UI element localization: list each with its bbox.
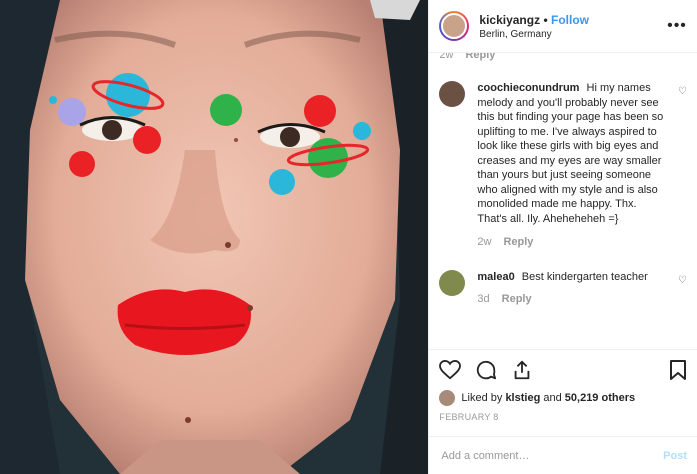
liker-username[interactable]: klstieg: [505, 392, 540, 404]
comment-like-icon[interactable]: ♡: [678, 86, 687, 97]
follow-button[interactable]: Follow: [551, 13, 589, 27]
bookmark-icon[interactable]: [669, 359, 687, 381]
comment-item: malea0 Best kindergarten teacher 3d Repl…: [439, 269, 687, 307]
commenter-avatar[interactable]: [439, 81, 466, 107]
comment-text: Hi my names melody and you'll probably n…: [477, 82, 664, 225]
comment-time: 2w: [439, 53, 454, 61]
commenter-avatar[interactable]: [439, 269, 466, 296]
comment-time: 3d: [477, 293, 490, 305]
add-comment-bar: Post: [429, 436, 697, 474]
more-options-icon[interactable]: •••: [667, 17, 687, 35]
post-date[interactable]: FEBRUARY 8: [429, 406, 697, 422]
commenter-username[interactable]: malea0: [477, 271, 514, 283]
liker-avatar[interactable]: [439, 390, 456, 406]
comment-input[interactable]: [439, 448, 664, 463]
author-avatar[interactable]: [439, 11, 470, 41]
location-link[interactable]: Berlin, Germany: [479, 29, 667, 40]
reply-button[interactable]: Reply: [502, 292, 532, 307]
comment-time: 2w: [477, 236, 492, 248]
comments-list[interactable]: 2w Reply coochieconundrum Hi my names me…: [429, 53, 697, 349]
likes-prefix: Liked by: [461, 392, 503, 404]
post-header: kickiyangz • Follow Berlin, Germany •••: [429, 0, 697, 53]
comment-icon[interactable]: [475, 359, 497, 381]
post-photo[interactable]: [0, 0, 429, 474]
comment-like-icon[interactable]: ♡: [678, 275, 687, 286]
post-sidebar: kickiyangz • Follow Berlin, Germany ••• …: [428, 0, 697, 474]
commenter-username[interactable]: coochieconundrum: [477, 82, 579, 94]
reply-button[interactable]: Reply: [503, 235, 533, 250]
comment-item: coochieconundrum Hi my names melody and …: [439, 81, 687, 250]
likes-joiner: and: [543, 392, 562, 404]
reply-button[interactable]: Reply: [465, 53, 495, 61]
likes-count[interactable]: 50,219 others: [565, 392, 635, 404]
author-username[interactable]: kickiyangz: [479, 13, 540, 27]
post: kickiyangz • Follow Berlin, Germany ••• …: [0, 0, 697, 474]
likes-summary: Liked by klstieg and 50,219 others: [429, 390, 697, 406]
action-bar: [429, 349, 697, 390]
comment-text: Best kindergarten teacher: [521, 270, 648, 283]
heart-icon[interactable]: [439, 360, 462, 380]
post-button[interactable]: Post: [663, 450, 687, 462]
separator-dot: •: [543, 12, 548, 27]
share-icon[interactable]: [511, 359, 533, 381]
